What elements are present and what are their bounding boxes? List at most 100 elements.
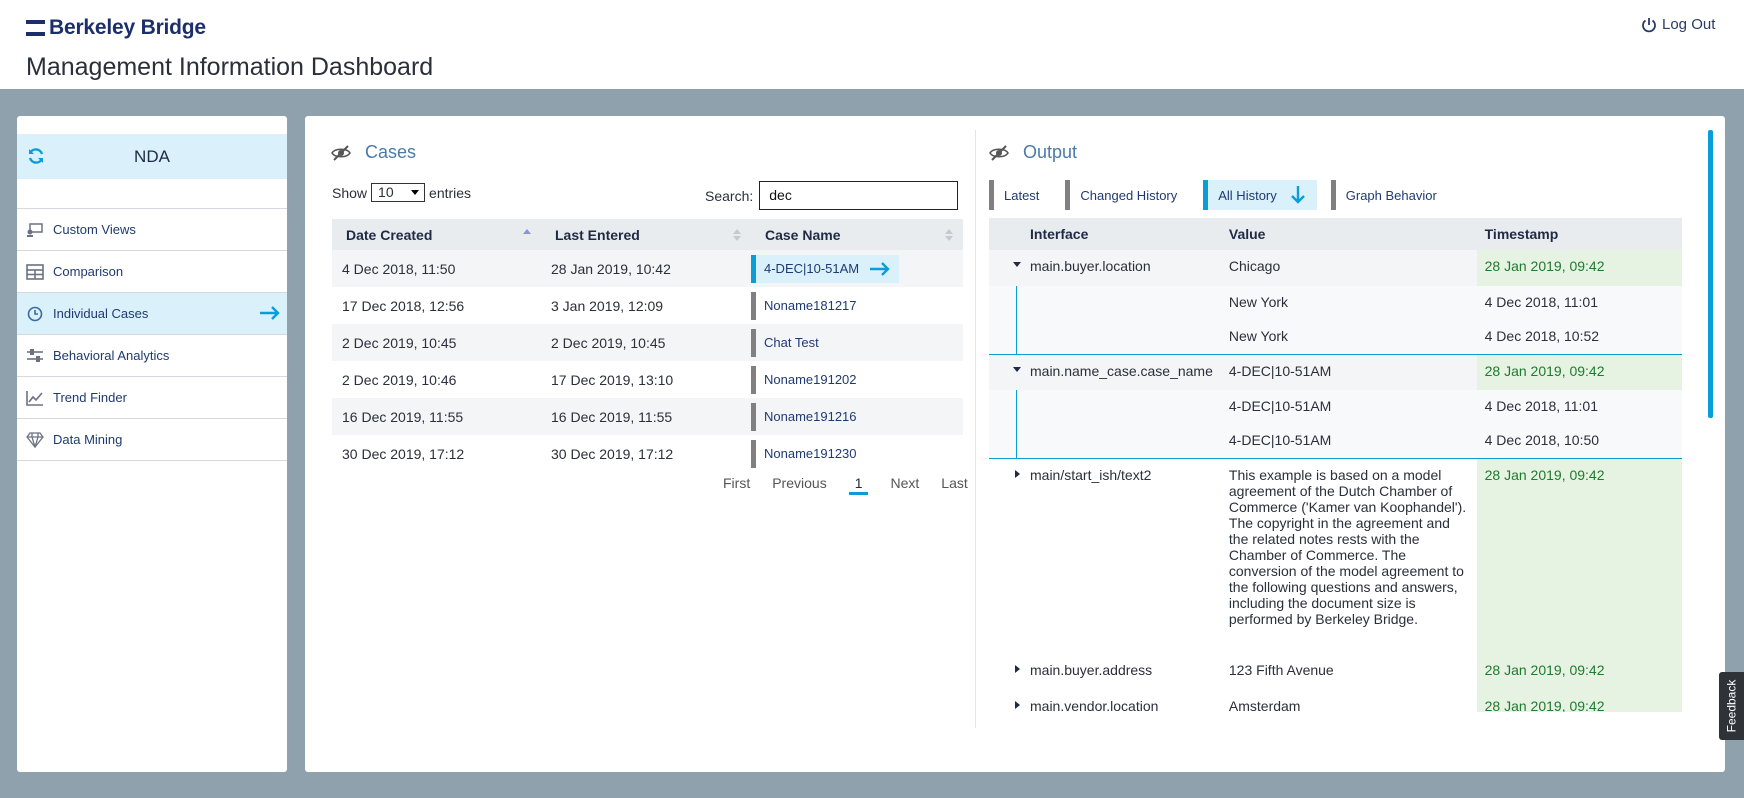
tree-line: [989, 424, 1221, 459]
project-selector[interactable]: NDA: [17, 134, 287, 179]
entries-label: entries: [429, 184, 472, 201]
logo[interactable]: Berkeley Bridge: [26, 16, 206, 40]
column-date-created[interactable]: Date Created: [332, 219, 541, 250]
page-title: Management Information Dashboard: [26, 53, 434, 81]
output-row[interactable]: main.vendor.location Amsterdam 28 Jan 20…: [989, 690, 1682, 712]
last-entered-cell: 17 Dec 2019, 13:10: [551, 371, 674, 388]
feedback-button[interactable]: Feedback: [1719, 672, 1744, 740]
sidebar-item-trend-finder[interactable]: Trend Finder: [17, 377, 287, 419]
last-entered-cell: 3 Jan 2019, 12:09: [551, 297, 664, 314]
eye-slash-icon[interactable]: [331, 144, 351, 162]
tab-graph-behavior[interactable]: Graph Behavior: [1330, 180, 1449, 210]
table-row[interactable]: 2 Dec 2019, 10:45 2 Dec 2019, 10:45 Chat…: [332, 324, 963, 361]
pager-next[interactable]: Next: [890, 475, 919, 495]
search-input[interactable]: dec: [759, 181, 959, 210]
case-link[interactable]: 4-DEC|10-51AM: [751, 254, 900, 283]
timestamp-cell: 28 Jan 2019, 09:42: [1476, 354, 1682, 390]
output-row[interactable]: main.buyer.address 123 Fifth Avenue 28 J…: [989, 654, 1682, 690]
value-cell: 4-DEC|10-51AM: [1220, 424, 1477, 459]
history-row: 4-DEC|10-51AM 4 Dec 2018, 10:50: [989, 424, 1682, 459]
case-name-cell: Noname181217: [751, 287, 963, 324]
tab-latest[interactable]: Latest: [989, 180, 1051, 210]
date-created-cell: 30 Dec 2019, 17:12: [342, 445, 465, 462]
eye-slash-icon[interactable]: [989, 144, 1009, 162]
pager-previous[interactable]: Previous: [772, 475, 826, 495]
column-value[interactable]: Value: [1220, 218, 1477, 250]
cases-header: Cases: [331, 142, 416, 163]
refresh-icon[interactable]: [26, 146, 46, 166]
tab-all-history[interactable]: All History: [1203, 180, 1317, 210]
arrow-right-icon: [260, 306, 280, 320]
sidebar-item-label: Behavioral Analytics: [53, 348, 170, 363]
table-row[interactable]: 30 Dec 2019, 17:12 30 Dec 2019, 17:12 No…: [332, 435, 963, 472]
sidebar-item-label: Comparison: [53, 264, 124, 279]
sidebar-item-label: Custom Views: [53, 222, 136, 237]
value-cell: This example is based on a model agreeme…: [1220, 458, 1477, 654]
case-link[interactable]: Noname191216: [751, 402, 857, 431]
expand-icon[interactable]: [1015, 469, 1020, 478]
pager-last[interactable]: Last: [941, 475, 967, 495]
tree-line: [989, 390, 1221, 424]
value-cell: Chicago: [1220, 250, 1477, 286]
cases-title: Cases: [365, 142, 417, 162]
table-row[interactable]: 2 Dec 2019, 10:46 17 Dec 2019, 13:10 Non…: [332, 361, 963, 398]
collapse-icon[interactable]: [1013, 262, 1021, 267]
output-title: Output: [1023, 142, 1078, 162]
timestamp-cell: 4 Dec 2018, 10:52: [1476, 320, 1682, 355]
timestamp-cell: 28 Jan 2019, 09:42: [1476, 458, 1682, 654]
column-last-entered[interactable]: Last Entered: [541, 219, 751, 250]
sidebar-item-data-mining[interactable]: Data Mining: [17, 419, 287, 461]
custom-views-icon: [25, 221, 45, 239]
case-name-cell: Chat Test: [751, 324, 963, 361]
sort-asc-icon: [523, 229, 531, 234]
output-scroll-area[interactable]: Interface Value Timestamp main.buyer.loc…: [989, 218, 1682, 712]
column-timestamp[interactable]: Timestamp: [1476, 218, 1682, 250]
arrow-down-icon: [1290, 186, 1305, 204]
column-interface[interactable]: Interface: [989, 218, 1221, 250]
output-row[interactable]: main.buyer.location Chicago 28 Jan 2019,…: [989, 250, 1682, 286]
collapse-icon[interactable]: [1013, 366, 1021, 372]
last-entered-cell: 2 Dec 2019, 10:45: [541, 324, 751, 361]
sidebar-item-behavioral-analytics[interactable]: Behavioral Analytics: [17, 335, 287, 377]
case-link[interactable]: Noname191202: [751, 365, 857, 394]
logo-mark-icon: [26, 20, 45, 36]
table-row[interactable]: 16 Dec 2019, 11:55 16 Dec 2019, 11:55 No…: [332, 398, 963, 435]
case-name-cell: Noname191216: [751, 398, 963, 435]
pager-current-page[interactable]: 1: [848, 475, 869, 495]
value-cell: Amsterdam: [1220, 690, 1477, 712]
sidebar-item-comparison[interactable]: Comparison: [17, 251, 287, 293]
tab-changed-history[interactable]: Changed History: [1065, 180, 1189, 210]
table-grid-icon: [25, 263, 45, 281]
feedback-label: Feedback: [1724, 679, 1739, 733]
case-link[interactable]: Noname181217: [751, 291, 857, 320]
case-link[interactable]: Chat Test: [751, 328, 819, 357]
case-link[interactable]: Noname191230: [751, 439, 857, 468]
pager-first[interactable]: First: [723, 475, 750, 495]
timestamp-cell: 4 Dec 2018, 10:50: [1476, 424, 1682, 459]
output-row[interactable]: main/start_ish/text2 This example is bas…: [989, 458, 1682, 654]
entries-control: Show 10 entries: [332, 183, 471, 202]
timestamp-cell: 28 Jan 2019, 09:42: [1476, 250, 1682, 286]
value-cell: 123 Fifth Avenue: [1220, 654, 1477, 690]
logout-button[interactable]: Log Out: [1641, 16, 1715, 33]
date-created-cell: 17 Dec 2018, 12:56: [342, 297, 465, 314]
sliders-icon: [25, 347, 45, 365]
search-control: Search: dec: [705, 181, 959, 210]
output-row[interactable]: main.name_case.case_name 4-DEC|10-51AM 2…: [989, 354, 1682, 390]
table-row[interactable]: 17 Dec 2018, 12:56 3 Jan 2019, 12:09 Non…: [332, 287, 963, 324]
expand-icon[interactable]: [1015, 701, 1020, 709]
case-name-cell: Noname191230: [751, 435, 963, 472]
expand-icon[interactable]: [1015, 665, 1020, 673]
project-name: NDA: [134, 146, 170, 166]
interface-cell: main.vendor.location: [989, 690, 1221, 712]
sidebar-item-individual-cases[interactable]: Individual Cases: [17, 293, 287, 335]
table-row[interactable]: 4 Dec 2018, 11:50 28 Jan 2019, 10:42 4-D…: [332, 250, 963, 287]
output-table: Interface Value Timestamp main.buyer.loc…: [989, 218, 1682, 712]
column-case-name[interactable]: Case Name: [751, 219, 963, 250]
entries-select[interactable]: 10: [371, 183, 426, 202]
cases-table: Date Created Last Entered Case Name 4 De…: [332, 219, 963, 472]
scrollbar[interactable]: [1708, 130, 1713, 418]
value-cell: New York: [1220, 286, 1477, 320]
sidebar-item-custom-views[interactable]: Custom Views: [17, 209, 287, 251]
timestamp-cell: 28 Jan 2019, 09:42: [1476, 654, 1682, 690]
